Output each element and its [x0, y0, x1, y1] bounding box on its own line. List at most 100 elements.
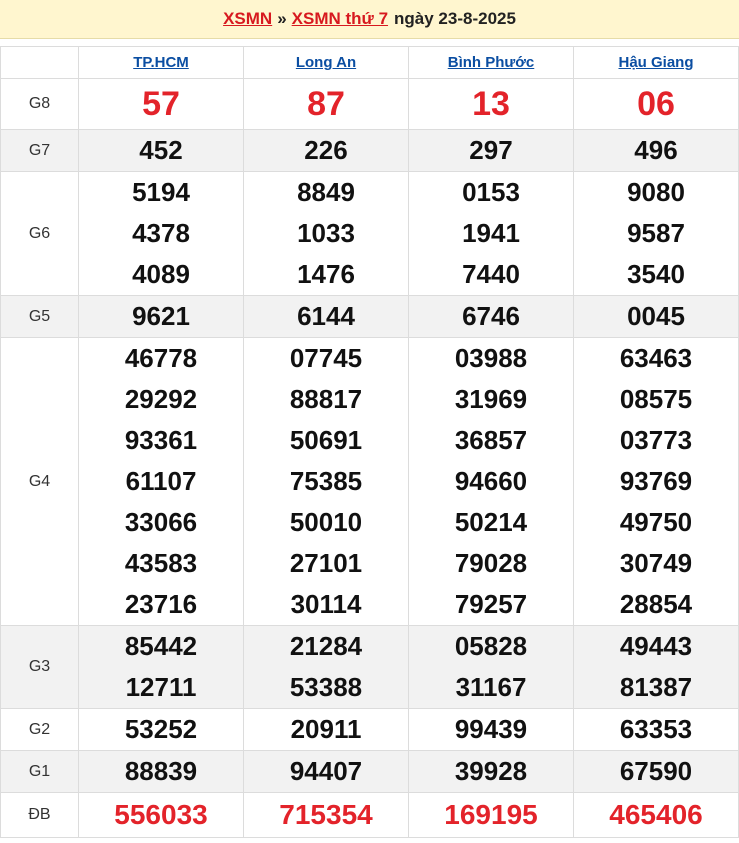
- result-cell: 88839: [78, 750, 244, 793]
- province-header: Long An: [243, 46, 409, 79]
- result-cell: 9080 9587 3540: [573, 171, 739, 296]
- winning-number: 1033: [297, 218, 355, 248]
- result-cell: 6144: [243, 295, 409, 338]
- result-cell: 07745 88817 50691 75385 50010 27101 30114: [243, 337, 409, 626]
- winning-number: 87: [307, 85, 345, 123]
- prize-label: G3: [0, 625, 79, 709]
- province-link-tphcm[interactable]: TP.HCM: [133, 54, 189, 71]
- province-link-hau-giang[interactable]: Hậu Giang: [618, 54, 693, 71]
- result-cell: 6746: [408, 295, 574, 338]
- winning-number: 79257: [454, 589, 528, 619]
- province-link-long-an[interactable]: Long An: [296, 54, 356, 71]
- winning-number: 85442: [124, 631, 198, 661]
- winning-number: 226: [304, 135, 348, 165]
- winning-number: 93769: [619, 466, 693, 496]
- winning-number: 33066: [124, 507, 198, 537]
- corner-cell: [0, 46, 79, 79]
- result-cell: 39928: [408, 750, 574, 793]
- winning-number: 29292: [124, 384, 198, 414]
- result-cell: 63463 08575 03773 93769 49750 30749 28854: [573, 337, 739, 626]
- winning-number: 99439: [454, 714, 528, 744]
- result-cell: 99439: [408, 708, 574, 751]
- result-cell: 05828 31167: [408, 625, 574, 709]
- winning-number: 9080: [627, 177, 685, 207]
- prize-row-g2: G2 53252 20911 99439 63353: [0, 708, 739, 751]
- xsmn-saturday-link[interactable]: XSMN thứ 7: [292, 9, 388, 29]
- winning-number: 6144: [297, 301, 355, 331]
- winning-number: 20911: [290, 714, 362, 744]
- winning-number: 61107: [125, 466, 197, 496]
- result-cell: 87: [243, 78, 409, 130]
- result-cell: 94407: [243, 750, 409, 793]
- result-cell: 67590: [573, 750, 739, 793]
- result-cell: 465406: [573, 792, 739, 838]
- province-header-row: TP.HCM Long An Bình Phước Hậu Giang: [0, 46, 739, 79]
- result-cell: 03988 31969 36857 94660 50214 79028 79257: [408, 337, 574, 626]
- winning-number: 30114: [290, 589, 362, 619]
- winning-number: 715354: [279, 799, 373, 830]
- winning-number: 6746: [462, 301, 520, 331]
- winning-number: 88839: [124, 756, 198, 786]
- winning-number: 50010: [289, 507, 363, 537]
- winning-number: 1941: [462, 218, 520, 248]
- winning-number: 53388: [289, 672, 363, 702]
- winning-number: 452: [139, 135, 183, 165]
- winning-number: 36857: [454, 425, 528, 455]
- result-cell: 0153 1941 7440: [408, 171, 574, 296]
- prize-label: G2: [0, 708, 79, 751]
- winning-number: 9587: [627, 218, 685, 248]
- result-cell: 49443 81387: [573, 625, 739, 709]
- winning-number: 57: [142, 85, 180, 123]
- winning-number: 0153: [462, 177, 520, 207]
- winning-number: 3540: [627, 259, 685, 289]
- province-header: Bình Phước: [408, 46, 574, 79]
- winning-number: 75385: [289, 466, 363, 496]
- winning-number: 06: [637, 85, 675, 123]
- winning-number: 03773: [619, 425, 693, 455]
- winning-number: 94407: [289, 756, 363, 786]
- xsmn-link[interactable]: XSMN: [223, 9, 272, 29]
- result-cell: 85442 12711: [78, 625, 244, 709]
- winning-number: 50214: [454, 507, 528, 537]
- result-cell: 46778 29292 93361 61107 33066 43583 23716: [78, 337, 244, 626]
- winning-number: 21284: [289, 631, 363, 661]
- winning-number: 0045: [627, 301, 685, 331]
- winning-number: 27101: [289, 548, 363, 578]
- prize-row-g1: G1 88839 94407 39928 67590: [0, 750, 739, 793]
- province-header: TP.HCM: [78, 46, 244, 79]
- province-link-binh-phuoc[interactable]: Bình Phước: [448, 54, 535, 71]
- breadcrumb-separator: »: [277, 9, 287, 28]
- result-cell: 13: [408, 78, 574, 130]
- winning-number: 88817: [289, 384, 363, 414]
- winning-number: 4089: [132, 259, 190, 289]
- winning-number: 63353: [619, 714, 693, 744]
- winning-number: 31969: [454, 384, 528, 414]
- result-cell: 5194 4378 4089: [78, 171, 244, 296]
- winning-number: 03988: [454, 343, 528, 373]
- winning-number: 43583: [124, 548, 198, 578]
- prize-label: G1: [0, 750, 79, 793]
- province-header: Hậu Giang: [573, 46, 739, 79]
- winning-number: 465406: [609, 799, 703, 830]
- winning-number: 5194: [132, 177, 190, 207]
- winning-number: 49443: [619, 631, 693, 661]
- result-cell: 0045: [573, 295, 739, 338]
- page-header: XSMN » XSMN thứ 7 ngày 23-8-2025: [0, 0, 739, 39]
- result-cell: 169195: [408, 792, 574, 838]
- winning-number: 8849: [297, 177, 355, 207]
- prize-row-g5: G5 9621 6144 6746 0045: [0, 295, 739, 338]
- result-cell: 20911: [243, 708, 409, 751]
- result-cell: 57: [78, 78, 244, 130]
- prize-row-g7: G7 452 226 297 496: [0, 129, 739, 172]
- winning-number: 496: [634, 135, 678, 165]
- result-cell: 496: [573, 129, 739, 172]
- result-cell: 8849 1033 1476: [243, 171, 409, 296]
- winning-number: 28854: [619, 589, 693, 619]
- prize-label: G8: [0, 78, 79, 130]
- result-cell: 21284 53388: [243, 625, 409, 709]
- results-table: TP.HCM Long An Bình Phước Hậu Giang G8 57…: [0, 46, 739, 838]
- winning-number: 63463: [619, 343, 693, 373]
- winning-number: 30749: [619, 548, 693, 578]
- winning-number: 93361: [124, 425, 198, 455]
- winning-number: 9621: [132, 301, 190, 331]
